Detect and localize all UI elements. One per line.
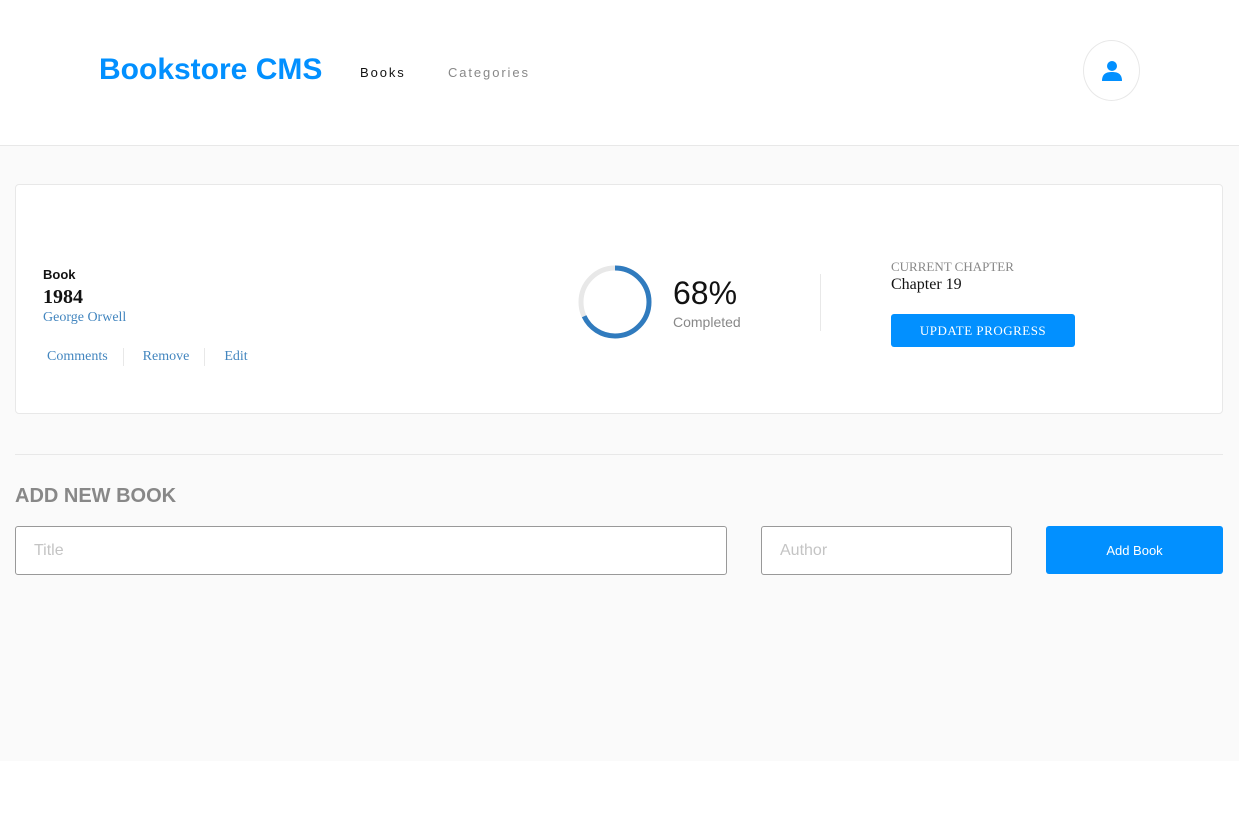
- update-progress-button[interactable]: UPDATE PROGRESS: [891, 314, 1075, 347]
- action-divider: [122, 348, 124, 366]
- brand-logo[interactable]: Bookstore CMS: [99, 50, 322, 90]
- nav-categories-link[interactable]: Categories: [448, 64, 530, 81]
- nav-books-link[interactable]: Books: [360, 64, 406, 81]
- remove-button[interactable]: Remove: [143, 348, 190, 366]
- add-book-heading: ADD NEW BOOK: [15, 485, 177, 507]
- book-card: Book 1984 George Orwell Comments Remove …: [15, 184, 1223, 414]
- progress-label: Completed: [673, 314, 741, 330]
- edit-button[interactable]: Edit: [224, 348, 247, 366]
- current-chapter-label: CURRENT CHAPTER: [891, 259, 1014, 274]
- book-title: 1984: [43, 286, 83, 308]
- progress-ring: [578, 265, 652, 339]
- current-chapter-value: Chapter 19: [891, 276, 962, 293]
- book-genre: Book: [43, 267, 76, 282]
- user-profile-button[interactable]: [1083, 40, 1140, 101]
- progress-percent: 68%: [673, 275, 738, 311]
- author-input[interactable]: [761, 526, 1012, 575]
- card-divider: [820, 274, 821, 331]
- action-divider: [204, 348, 206, 366]
- user-icon: [1101, 60, 1122, 81]
- book-actions: Comments Remove Edit: [47, 348, 248, 366]
- title-input[interactable]: [15, 526, 727, 575]
- site-header: Bookstore CMS Books Categories: [0, 0, 1239, 146]
- add-book-button[interactable]: Add Book: [1046, 526, 1223, 574]
- main-content: Book 1984 George Orwell Comments Remove …: [0, 146, 1239, 761]
- section-divider: [15, 454, 1223, 455]
- comments-button[interactable]: Comments: [47, 348, 108, 366]
- book-author[interactable]: George Orwell: [43, 309, 126, 327]
